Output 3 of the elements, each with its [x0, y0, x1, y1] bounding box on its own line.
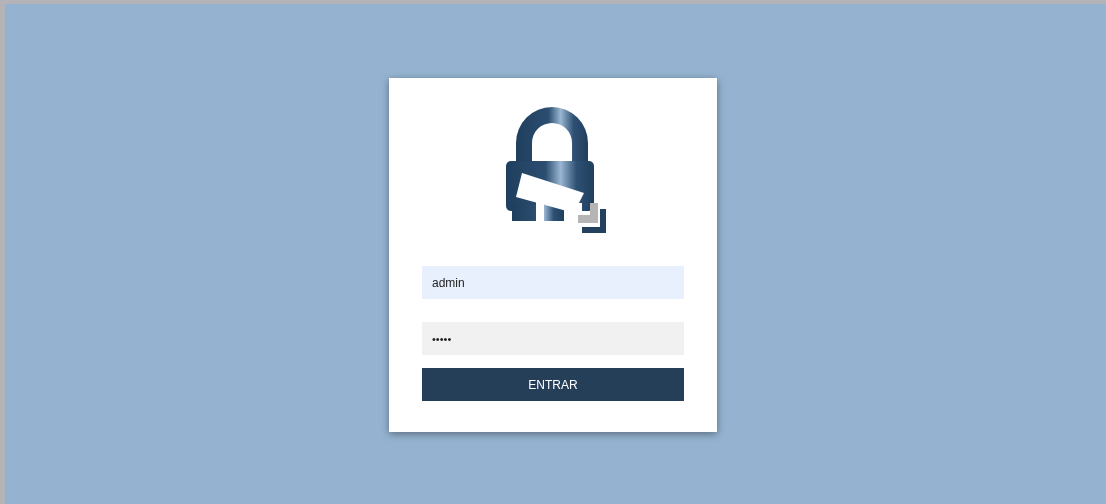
password-field[interactable]: ••••• — [422, 322, 684, 355]
username-field[interactable]: admin — [422, 266, 684, 299]
login-button[interactable]: ENTRAR — [422, 368, 684, 401]
